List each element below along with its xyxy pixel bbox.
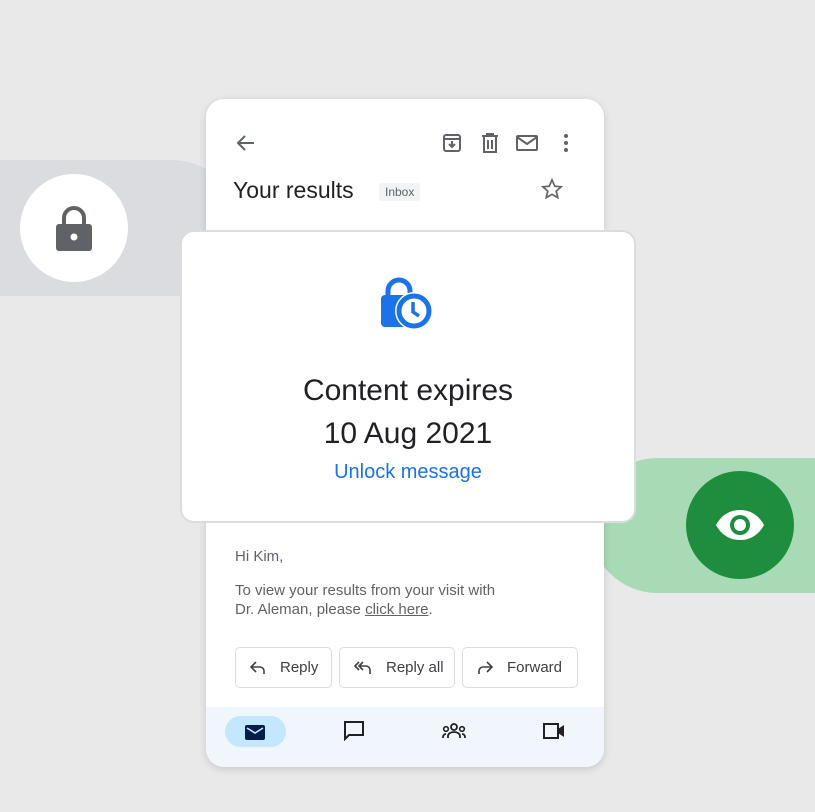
back-arrow-icon[interactable]	[234, 131, 258, 155]
lock-badge	[20, 174, 128, 282]
forward-icon	[478, 660, 493, 674]
eye-icon	[716, 510, 764, 540]
reply-button[interactable]: Reply	[235, 647, 332, 688]
email-body: To view your results from your visit wit…	[235, 581, 515, 619]
lock-clock-icon	[182, 275, 634, 335]
meet-video-icon[interactable]	[542, 720, 566, 742]
archive-icon[interactable]	[440, 131, 464, 155]
delete-icon[interactable]	[478, 131, 502, 155]
forward-label: Forward	[507, 659, 563, 676]
expiry-dialog: Content expires 10 Aug 2021 Unlock messa…	[180, 230, 636, 523]
email-subject: Your results	[233, 177, 354, 203]
mark-unread-icon[interactable]	[515, 131, 539, 155]
star-icon[interactable]	[541, 177, 563, 201]
reply-label: Reply	[280, 659, 319, 676]
body-period: .	[428, 601, 433, 618]
bottom-nav	[206, 707, 604, 767]
inbox-label: Inbox	[379, 183, 421, 201]
unlock-message-link[interactable]: Unlock message	[334, 461, 482, 484]
view-badge	[686, 471, 794, 579]
lock-icon	[56, 206, 92, 251]
reply-all-label: Reply all	[386, 659, 444, 676]
reply-all-icon	[354, 660, 371, 674]
expiry-date: 10 Aug 2021	[323, 417, 493, 450]
forward-button[interactable]: Forward	[462, 647, 578, 688]
mail-icon[interactable]	[244, 721, 266, 743]
more-vert-icon[interactable]	[554, 131, 578, 155]
reply-icon	[250, 660, 265, 674]
expiry-title: Content expires	[302, 374, 514, 407]
chat-icon[interactable]	[343, 720, 365, 742]
reply-all-button[interactable]: Reply all	[339, 647, 455, 688]
spaces-icon[interactable]	[441, 720, 467, 742]
click-here-link[interactable]: click here	[365, 601, 428, 618]
email-greeting: Hi Kim,	[235, 548, 284, 565]
